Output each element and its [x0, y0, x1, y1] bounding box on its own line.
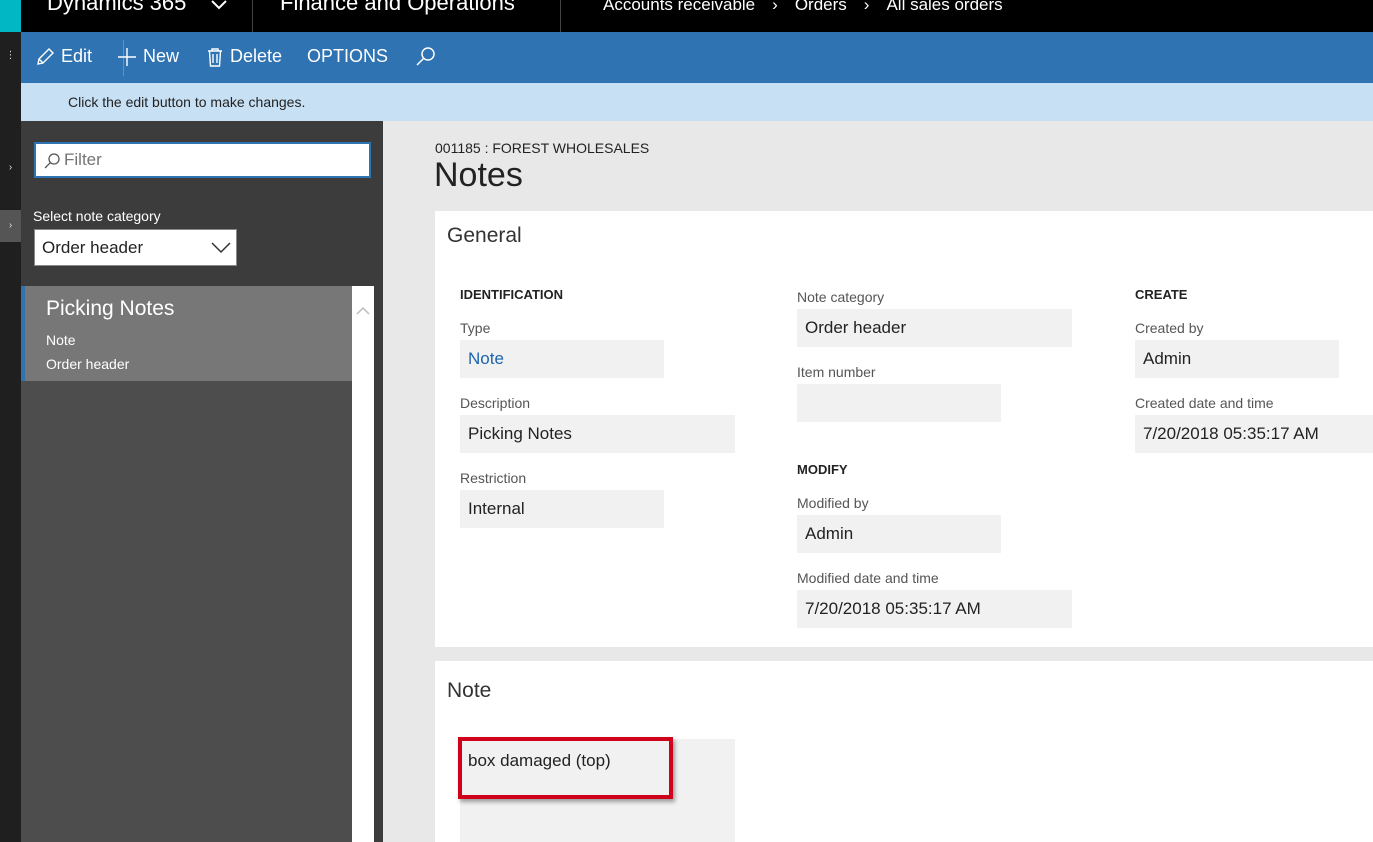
module-title: Finance and Operations: [280, 0, 515, 15]
top-navigation-bar: Dynamics 365 Finance and Operations Acco…: [0, 0, 1373, 32]
modified-by-value: Admin: [805, 524, 854, 543]
restriction-label: Restriction: [460, 470, 527, 486]
pencil-icon: [37, 47, 54, 65]
favorites-icon[interactable]: ›: [0, 152, 21, 184]
search-icon: [44, 153, 60, 169]
page-title: Notes: [434, 156, 523, 194]
navigation-rail: ⋮ › ›: [0, 32, 21, 842]
item-number-field[interactable]: [797, 384, 1001, 422]
created-datetime-value: 7/20/2018 05:35:17 AM: [1143, 424, 1319, 443]
note-category-select[interactable]: Order header: [34, 229, 237, 266]
breadcrumb-item-orders[interactable]: Orders: [795, 0, 847, 15]
options-button[interactable]: OPTIONS: [307, 46, 388, 67]
modified-datetime-value: 7/20/2018 05:35:17 AM: [805, 599, 981, 618]
divider: [560, 0, 561, 32]
hamburger-icon[interactable]: ⋮: [0, 40, 21, 72]
modified-datetime-field[interactable]: 7/20/2018 05:35:17 AM: [797, 590, 1072, 628]
chevron-down-icon: [211, 242, 231, 254]
description-label: Description: [460, 395, 531, 411]
options-label: OPTIONS: [307, 46, 389, 66]
brand-title[interactable]: Dynamics 365: [47, 0, 186, 16]
note-fasttab: Note box damaged (top): [435, 661, 1373, 842]
description-value: Picking Notes: [468, 424, 572, 443]
created-by-label: Created by: [1135, 320, 1204, 336]
note-title[interactable]: Note: [447, 679, 491, 703]
modified-datetime-label: Modified date and time: [797, 570, 939, 586]
chevron-right-icon: ›: [863, 0, 870, 14]
created-datetime-field[interactable]: 7/20/2018 05:35:17 AM: [1135, 415, 1373, 453]
restriction-field[interactable]: Internal: [460, 490, 664, 528]
create-heading: CREATE: [1135, 287, 1188, 302]
breadcrumb: Accounts receivable › Orders › All sales…: [603, 0, 1003, 15]
modified-by-field[interactable]: Admin: [797, 515, 1001, 553]
scrollbar[interactable]: [352, 286, 374, 842]
message-bar: Click the edit button to make changes.: [21, 83, 1373, 121]
modified-by-label: Modified by: [797, 495, 869, 511]
record-caption: 001185 : FOREST WHOLESALES: [435, 140, 650, 156]
type-label: Type: [460, 320, 491, 336]
type-field[interactable]: Note: [460, 340, 664, 378]
plus-icon: [118, 47, 136, 66]
delete-button[interactable]: Delete: [206, 46, 282, 67]
chevron-right-icon: ›: [772, 0, 778, 14]
trash-icon: [208, 47, 222, 67]
app-launcher-button[interactable]: [0, 0, 21, 32]
new-label: New: [143, 46, 180, 66]
list-item-type: Note: [46, 332, 76, 348]
list-pane: Select note category Order header Pickin…: [21, 121, 383, 842]
search-button[interactable]: [415, 46, 437, 68]
chevron-down-icon[interactable]: [208, 0, 230, 16]
note-category-field[interactable]: Order header: [797, 309, 1072, 347]
notes-list: Picking Notes Note Order header: [21, 286, 353, 842]
breadcrumb-item-all-sales-orders[interactable]: All sales orders: [886, 0, 1002, 15]
filter-box[interactable]: [34, 142, 371, 178]
list-item[interactable]: Picking Notes Note Order header: [21, 286, 352, 381]
action-pane: Edit New Delete OPTIONS: [21, 32, 1373, 83]
search-icon: [416, 47, 435, 66]
modify-heading: MODIFY: [797, 462, 848, 477]
note-category-field-value: Order header: [805, 318, 907, 337]
workspaces-icon[interactable]: ›: [0, 210, 21, 242]
chevron-up-icon[interactable]: [355, 304, 371, 316]
general-title[interactable]: General: [447, 224, 522, 248]
divider: [252, 0, 253, 32]
details-pane: 001185 : FOREST WHOLESALES Notes General…: [383, 121, 1373, 842]
description-field[interactable]: Picking Notes: [460, 415, 735, 453]
edit-button[interactable]: Edit: [35, 46, 92, 67]
created-by-value: Admin: [1143, 349, 1192, 368]
new-button[interactable]: New: [117, 46, 179, 67]
created-datetime-label: Created date and time: [1135, 395, 1274, 411]
list-item-title: Picking Notes: [46, 297, 175, 320]
info-message: Click the edit button to make changes.: [68, 94, 306, 110]
restriction-value: Internal: [468, 499, 525, 518]
filter-input[interactable]: [64, 148, 354, 172]
breadcrumb-item-accounts-receivable[interactable]: Accounts receivable: [603, 0, 755, 15]
note-category-label: Note category: [797, 289, 885, 305]
note-category-value: Order header: [42, 238, 144, 257]
edit-label: Edit: [61, 46, 93, 66]
identification-heading: IDENTIFICATION: [460, 287, 564, 302]
general-fasttab: General IDENTIFICATION Type Note Descrip…: [435, 211, 1373, 647]
list-item-category: Order header: [46, 356, 130, 372]
type-value[interactable]: Note: [468, 349, 504, 369]
created-by-field[interactable]: Admin: [1135, 340, 1339, 378]
delete-label: Delete: [230, 46, 283, 66]
item-number-label: Item number: [797, 364, 876, 380]
category-label: Select note category: [33, 208, 161, 224]
highlight-box: [458, 737, 673, 799]
